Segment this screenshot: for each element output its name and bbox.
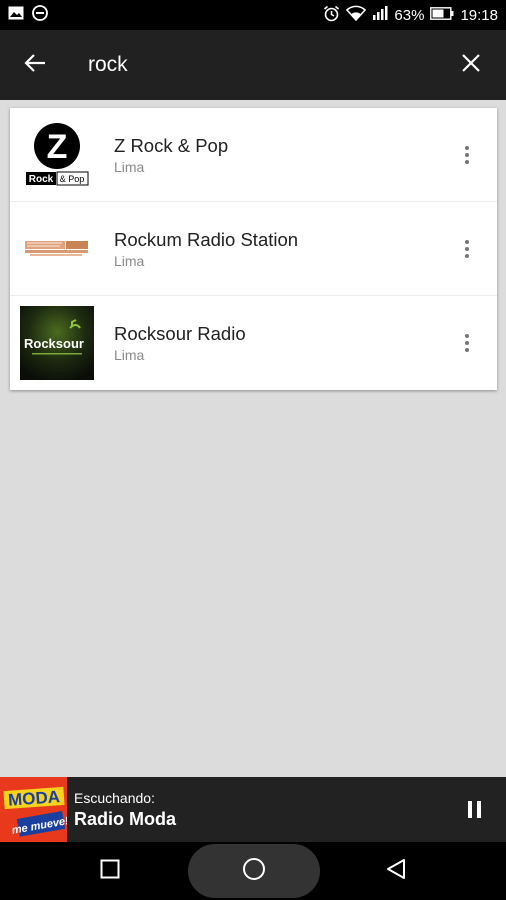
arrow-back-icon: [24, 53, 46, 78]
now-playing-label: Escuchando:: [74, 789, 155, 806]
clear-search-button[interactable]: [436, 30, 506, 100]
now-playing-bar[interactable]: MODA me mueve! Escuchando: Radio Moda: [0, 777, 506, 842]
nav-back-button[interactable]: [366, 842, 426, 900]
back-triangle-icon: [386, 858, 406, 885]
search-input[interactable]: [70, 45, 420, 85]
close-icon: [462, 53, 480, 77]
more-options-button[interactable]: [455, 143, 479, 167]
image-notification-icon: [8, 6, 24, 24]
pause-button[interactable]: [462, 798, 486, 822]
svg-text:MODA: MODA: [7, 787, 60, 810]
clock: 19:18: [460, 6, 498, 24]
z-rock-pop-logo: Z Rock & Pop: [20, 118, 94, 192]
system-nav-bar: [0, 842, 506, 900]
back-button[interactable]: [0, 30, 70, 100]
wifi-icon: [346, 5, 367, 25]
do-not-disturb-icon: [32, 5, 48, 25]
rockum-logo: [20, 212, 94, 286]
recent-apps-button[interactable]: [80, 842, 140, 900]
station-title: Rocksour Radio: [114, 323, 246, 344]
more-options-button[interactable]: [455, 331, 479, 355]
now-playing-station: Radio Moda: [74, 808, 176, 829]
station-title: Z Rock & Pop: [114, 134, 229, 156]
pause-icon: [467, 801, 472, 818]
battery-percent: 63%: [394, 6, 425, 24]
recent-apps-icon: [100, 859, 120, 884]
search-toolbar: [0, 30, 506, 100]
more-vert-icon: [465, 334, 469, 338]
alarm-icon: [323, 5, 340, 26]
station-city: Lima: [114, 158, 145, 175]
more-options-button[interactable]: [455, 237, 479, 261]
more-vert-icon: [465, 240, 469, 244]
home-button[interactable]: [224, 842, 284, 900]
list-item[interactable]: Rockum Radio Station Lima: [10, 202, 497, 296]
svg-text:Rocksour: Rocksour: [24, 336, 84, 351]
search-results-list: Z Rock & Pop Z Rock & Pop Lima Rockum Ra…: [10, 108, 497, 390]
list-item[interactable]: Z Rock & Pop Z Rock & Pop Lima: [10, 108, 497, 202]
home-icon: [242, 857, 266, 886]
rocksour-logo: Rocksour: [20, 306, 94, 380]
svg-text:Z: Z: [47, 128, 68, 166]
station-city: Lima: [114, 252, 145, 269]
radio-moda-logo: MODA me mueve!: [0, 777, 67, 842]
svg-text:& Pop: & Pop: [60, 174, 85, 184]
signal-icon: [372, 5, 388, 25]
list-item[interactable]: Rocksour Rocksour Radio Lima: [10, 296, 497, 390]
more-vert-icon: [465, 146, 469, 150]
svg-text:Rock: Rock: [29, 174, 54, 185]
battery-icon: [430, 6, 454, 24]
status-bar: 63% 19:18: [0, 0, 506, 30]
station-title: Rockum Radio Station: [114, 228, 299, 250]
station-city: Lima: [114, 347, 145, 363]
